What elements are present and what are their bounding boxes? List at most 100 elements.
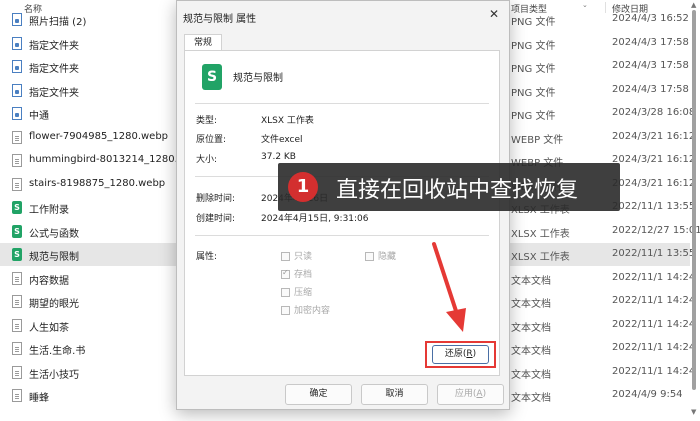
size-label: 大小: [196, 155, 218, 165]
file-date: 2022/11/1 14:24 [612, 318, 696, 330]
file-date: 2022/11/1 13:55 [612, 201, 696, 212]
file-date: 2022/12/27 15:01 [612, 224, 700, 236]
vertical-scrollbar[interactable]: ▲ ▼ [690, 0, 698, 421]
file-name: 中通 [29, 111, 49, 122]
file-type: 文本文档 [511, 275, 551, 287]
file-name: 工作附录 [29, 205, 69, 216]
created-value: 2024年4月15日, 9:31:06 [261, 214, 369, 224]
spreadsheet-file-icon [202, 64, 222, 90]
scroll-up-icon[interactable]: ▲ [691, 1, 696, 9]
restore-button[interactable]: 还原(R) [432, 345, 489, 364]
document-file-icon [12, 295, 22, 308]
document-file-icon [12, 318, 22, 332]
image-file-icon [12, 107, 22, 120]
file-name: 指定文件夹 [29, 40, 79, 52]
archive-checkbox[interactable] [281, 268, 290, 279]
file-name: 期望的眼光 [29, 299, 79, 310]
file-type: WEBP 文件 [511, 134, 564, 146]
file-date: 2024/4/3 17:58 [612, 60, 689, 71]
location-value: 文件excel [261, 135, 303, 145]
file-date: 2024/4/9 9:54 [612, 389, 683, 400]
callout-text: 直接在回收站中查找恢复 [336, 178, 579, 203]
type-label: 类型: [196, 116, 218, 126]
file-type: PNG 文件 [511, 64, 556, 75]
document-file-icon [12, 342, 22, 355]
compress-label: 压缩 [294, 288, 313, 298]
scroll-down-icon[interactable]: ▼ [691, 408, 696, 416]
tab-general[interactable]: 常规 [184, 34, 222, 51]
file-date: 2024/3/28 16:08 [612, 107, 696, 118]
document-file-icon [12, 365, 22, 379]
file-date: 2024/3/21 16:12 [612, 177, 696, 189]
general-panel: 规范与限制 类型: XLSX 工作表 原位置: 文件excel 大小: 37.2… [184, 50, 500, 376]
image-file-icon [12, 36, 22, 50]
file-type: 文本文档 [511, 322, 551, 334]
close-icon[interactable]: ✕ [489, 7, 499, 21]
ok-button[interactable]: 确定 [285, 384, 352, 405]
file-date: 2024/3/21 16:12 [612, 154, 696, 165]
image-file-icon [12, 83, 22, 97]
encrypt-label: 加密内容 [294, 306, 331, 316]
file-type: PNG 文件 [511, 111, 556, 122]
step-badge: 1 [288, 172, 318, 202]
file-name: 睡蜂 [29, 393, 49, 404]
cancel-button[interactable]: 取消 [361, 384, 428, 405]
file-name: 内容数据 [29, 275, 69, 287]
file-date: 2024/3/21 16:12 [612, 130, 696, 142]
archive-label: 存档 [294, 270, 313, 280]
file-date: 2022/11/1 14:24 [612, 295, 696, 306]
readonly-label: 只读 [294, 252, 313, 262]
file-type: XLSX 工作表 [511, 228, 570, 240]
dialog-titlebar[interactable]: 规范与限制 属性 ✕ [177, 1, 509, 31]
file-name: 公式与函数 [29, 228, 79, 240]
scrollbar-thumb[interactable] [692, 10, 696, 390]
file-type: PNG 文件 [511, 17, 556, 28]
document-file-icon [12, 154, 22, 167]
attributes-label: 属性: [196, 252, 218, 262]
divider [195, 103, 489, 104]
file-date: 2024/4/3 17:58 [612, 36, 689, 48]
type-value: XLSX 工作表 [261, 116, 314, 126]
file-name: 指定文件夹 [29, 64, 79, 75]
file-type: PNG 文件 [511, 40, 556, 52]
deleted-label: 删除时间: [196, 194, 236, 204]
size-value: 37.2 KB [261, 152, 296, 162]
file-date: 2022/11/1 13:55 [612, 248, 696, 259]
file-date: 2022/11/1 14:24 [612, 365, 696, 377]
file-name: stairs-8198875_1280.webp [29, 177, 166, 189]
hidden-label: 隐藏 [378, 252, 397, 262]
file-date: 2024/4/3 16:52 [612, 13, 689, 24]
location-label: 原位置: [196, 135, 227, 145]
file-date: 2022/11/1 14:24 [612, 271, 696, 283]
spreadsheet-file-icon [12, 248, 22, 261]
spreadsheet-file-icon [12, 224, 22, 238]
encrypt-checkbox[interactable] [281, 306, 290, 315]
created-label: 创建时间: [196, 214, 236, 224]
file-name: 生活小技巧 [29, 369, 79, 381]
file-name: 规范与限制 [29, 252, 79, 263]
file-name-label: 规范与限制 [233, 73, 283, 84]
file-name: 照片扫描 (2) [29, 17, 87, 28]
image-file-icon [12, 60, 22, 73]
document-file-icon [12, 271, 22, 285]
file-date: 2024/4/3 17:58 [612, 83, 689, 95]
file-type: XLSX 工作表 [511, 252, 570, 263]
file-name: 人生如茶 [29, 322, 69, 334]
readonly-checkbox[interactable] [281, 252, 290, 261]
file-name: flower-7904985_1280.webp [29, 130, 169, 142]
apply-button[interactable]: 应用(A) [437, 384, 504, 405]
file-type: PNG 文件 [511, 87, 556, 99]
tutorial-callout: 1 直接在回收站中查找恢复 [278, 163, 620, 211]
file-type: 文本文档 [511, 393, 551, 404]
document-file-icon [12, 177, 22, 191]
file-name: 生活.生命.书 [29, 346, 86, 357]
dialog-title: 规范与限制 属性 [183, 14, 257, 25]
file-name: 指定文件夹 [29, 87, 79, 99]
file-type: 文本文档 [511, 369, 551, 381]
compress-checkbox[interactable] [281, 288, 290, 297]
file-date: 2022/11/1 14:24 [612, 342, 696, 353]
document-file-icon [12, 389, 22, 402]
file-type: 文本文档 [511, 346, 551, 357]
file-type: 文本文档 [511, 299, 551, 310]
hidden-checkbox[interactable] [365, 252, 374, 261]
